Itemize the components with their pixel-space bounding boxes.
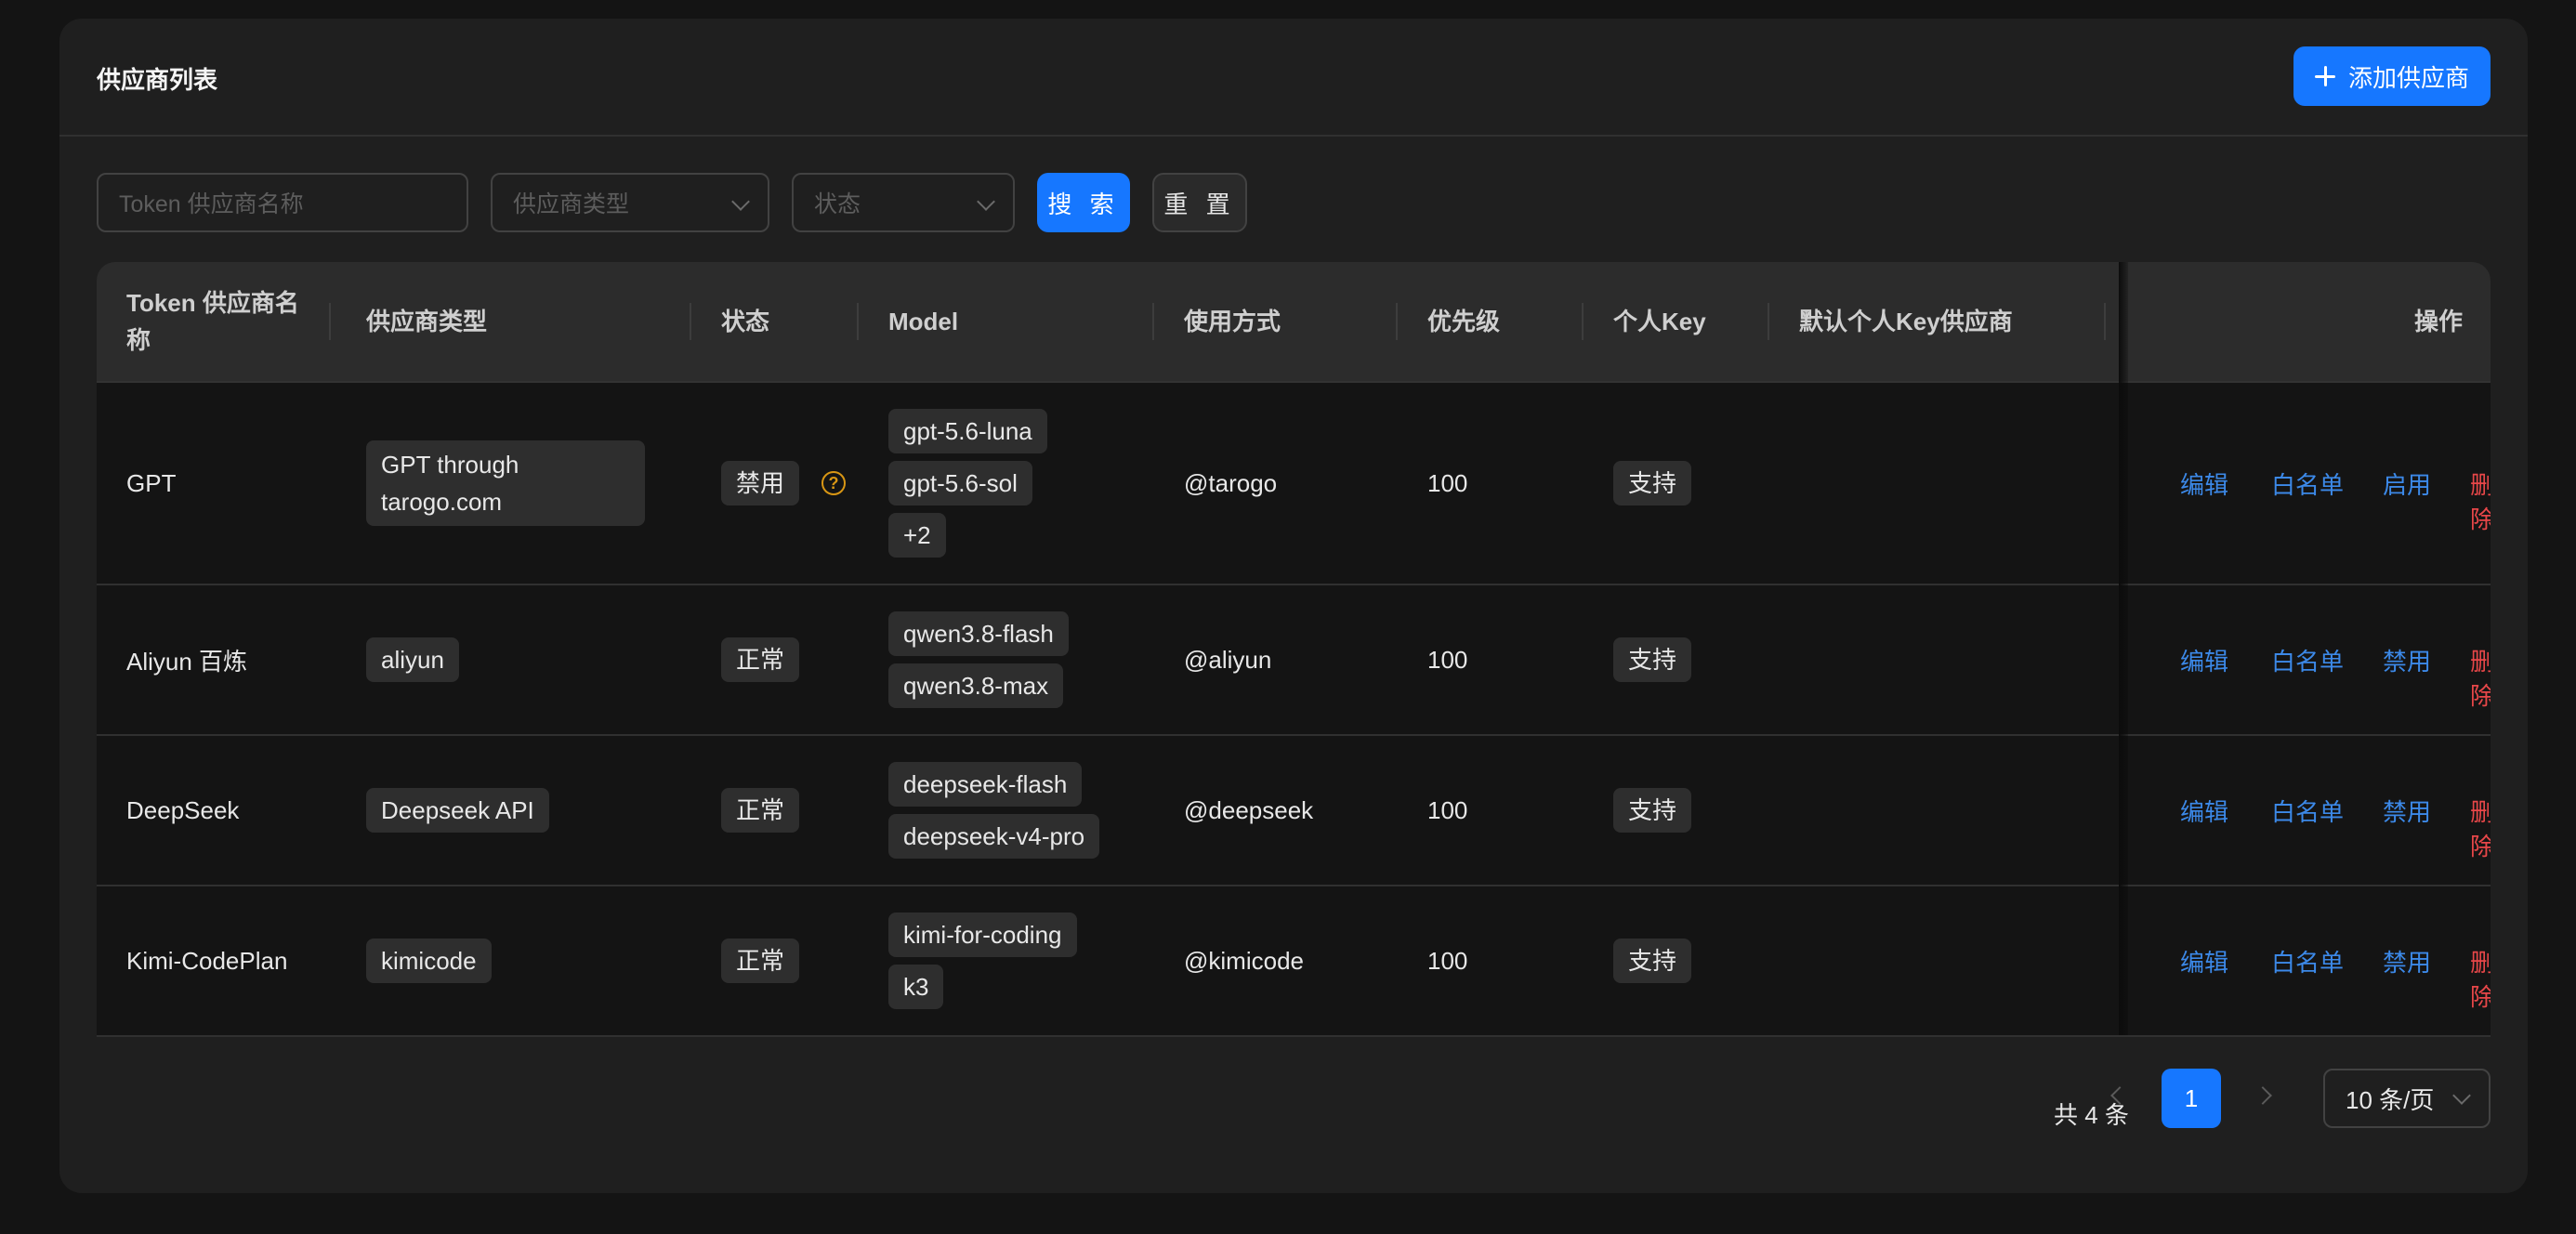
delete-link[interactable]: 删除 bbox=[2470, 944, 2491, 1013]
model-tags: qwen3.8-flash qwen3.8-max bbox=[888, 611, 1069, 708]
column-divider bbox=[1582, 303, 1584, 340]
delete-link[interactable]: 删除 bbox=[2470, 794, 2491, 862]
edit-link[interactable]: 编辑 bbox=[2180, 794, 2228, 828]
card-header: 供应商列表 添加供应商 bbox=[59, 19, 2528, 137]
edit-link[interactable]: 编辑 bbox=[2180, 643, 2228, 677]
provider-type-tag: GPT through tarogo.com bbox=[366, 440, 645, 526]
personal-key-tag: 支持 bbox=[1613, 939, 1692, 983]
usage-text: @tarogo bbox=[1184, 468, 1278, 497]
page: 供应商列表 添加供应商 Token 供应商名称 供应商类型 状态 搜 索 重 置… bbox=[0, 0, 2576, 1234]
model-tag: kimi-for-coding bbox=[888, 912, 1077, 957]
page-size-select[interactable]: 10 条/页 bbox=[2323, 1069, 2491, 1128]
add-provider-label: 添加供应商 bbox=[2347, 63, 2469, 92]
personal-key-tag: 支持 bbox=[1613, 637, 1692, 682]
delete-link[interactable]: 删除 bbox=[2470, 466, 2491, 535]
column-divider bbox=[329, 303, 331, 340]
column-header-actions: 操作 bbox=[2414, 308, 2464, 335]
status-select[interactable]: 状态 bbox=[792, 173, 1015, 232]
column-header-model: Model bbox=[888, 308, 959, 335]
priority-value: 100 bbox=[1427, 645, 1468, 674]
provider-type-tag: kimicode bbox=[366, 939, 492, 983]
column-header-type: 供应商类型 bbox=[366, 308, 488, 335]
column-header-usage: 使用方式 bbox=[1184, 308, 1281, 335]
reset-button[interactable]: 重 置 bbox=[1152, 173, 1247, 232]
disable-link[interactable]: 禁用 bbox=[2383, 794, 2431, 828]
fixed-column-shadow bbox=[2119, 262, 2128, 1035]
model-tag: qwen3.8-flash bbox=[888, 611, 1069, 656]
provider-type-placeholder: 供应商类型 bbox=[513, 191, 630, 217]
chevron-down-icon bbox=[731, 192, 750, 211]
column-divider bbox=[690, 303, 691, 340]
whitelist-link[interactable]: 白名单 bbox=[2271, 643, 2344, 677]
column-divider bbox=[857, 303, 859, 340]
priority-value: 100 bbox=[1427, 795, 1468, 824]
usage-text: @kimicode bbox=[1184, 946, 1304, 975]
edit-link[interactable]: 编辑 bbox=[2180, 466, 2228, 501]
whitelist-link[interactable]: 白名单 bbox=[2271, 466, 2344, 501]
table-row: Kimi-CodePlan kimicode 正常 kimi-for-codin… bbox=[97, 886, 2491, 1037]
model-tag: k3 bbox=[888, 965, 944, 1009]
status-placeholder: 状态 bbox=[814, 191, 861, 217]
table-header: Token 供应商名 称 供应商类型 状态 Model 使用方式 优先级 个人K… bbox=[97, 262, 2491, 383]
status-tag: 正常 bbox=[721, 939, 800, 983]
column-divider bbox=[1152, 303, 1154, 340]
model-more-tag[interactable]: +2 bbox=[888, 513, 946, 558]
plus-icon bbox=[2314, 66, 2335, 86]
whitelist-link[interactable]: 白名单 bbox=[2271, 794, 2344, 828]
status-tag: 正常 bbox=[721, 788, 800, 833]
column-divider bbox=[2104, 303, 2106, 340]
whitelist-link[interactable]: 白名单 bbox=[2271, 944, 2344, 978]
provider-table: Token 供应商名 称 供应商类型 状态 Model 使用方式 优先级 个人K… bbox=[97, 262, 2491, 1057]
column-header-priority: 优先级 bbox=[1427, 308, 1501, 335]
provider-name-input[interactable]: Token 供应商名称 bbox=[97, 173, 468, 232]
priority-value: 100 bbox=[1427, 946, 1468, 975]
page-size-label: 10 条/页 bbox=[2346, 1085, 2435, 1114]
search-button[interactable]: 搜 索 bbox=[1037, 173, 1130, 232]
provider-type-select[interactable]: 供应商类型 bbox=[491, 173, 769, 232]
provider-list-card: 供应商列表 添加供应商 Token 供应商名称 供应商类型 状态 搜 索 重 置… bbox=[59, 19, 2528, 1193]
question-circle-icon[interactable]: ? bbox=[821, 471, 847, 495]
model-tags: deepseek-flash deepseek-v4-pro bbox=[888, 762, 1100, 859]
personal-key-tag: 支持 bbox=[1613, 788, 1692, 833]
column-header-status: 状态 bbox=[721, 308, 770, 335]
delete-link[interactable]: 删除 bbox=[2470, 643, 2491, 712]
table-row: DeepSeek Deepseek API 正常 deepseek-flash … bbox=[97, 736, 2491, 886]
provider-type-tag: aliyun bbox=[366, 637, 459, 682]
model-tag: gpt-5.6-sol bbox=[888, 461, 1032, 505]
provider-name: Aliyun 百炼 bbox=[126, 647, 248, 676]
column-divider bbox=[1396, 303, 1398, 340]
personal-key-tag: 支持 bbox=[1613, 461, 1692, 505]
provider-type-tag: Deepseek API bbox=[366, 788, 549, 833]
column-header-name: Token 供应商名 称 bbox=[126, 289, 299, 354]
provider-name-placeholder: Token 供应商名称 bbox=[119, 191, 304, 217]
column-header-default-key-provider: 默认个人Key供应商 bbox=[1799, 308, 2013, 335]
table-row: GPT GPT through tarogo.com 禁用 ? gpt-5.6-… bbox=[97, 383, 2491, 585]
status-tag: 正常 bbox=[721, 637, 800, 682]
chevron-down-icon bbox=[2452, 1086, 2471, 1105]
column-divider bbox=[1768, 303, 1769, 340]
pagination-page-1[interactable]: 1 bbox=[2162, 1069, 2221, 1128]
priority-value: 100 bbox=[1427, 468, 1468, 497]
provider-name: GPT bbox=[126, 468, 177, 497]
edit-link[interactable]: 编辑 bbox=[2180, 944, 2228, 978]
usage-text: @aliyun bbox=[1184, 645, 1272, 674]
add-provider-button[interactable]: 添加供应商 bbox=[2293, 46, 2491, 106]
chevron-down-icon bbox=[977, 192, 995, 211]
model-tag: deepseek-v4-pro bbox=[888, 814, 1100, 859]
provider-name: Kimi-CodePlan bbox=[126, 946, 288, 975]
table-row: Aliyun 百炼 aliyun 正常 qwen3.8-flash qwen3.… bbox=[97, 585, 2491, 736]
model-tag: gpt-5.6-luna bbox=[888, 409, 1047, 453]
model-tags: kimi-for-coding k3 bbox=[888, 912, 1077, 1009]
model-tag: deepseek-flash bbox=[888, 762, 1083, 807]
page-title: 供应商列表 bbox=[97, 66, 218, 94]
model-tag: qwen3.8-max bbox=[888, 663, 1064, 708]
model-tags: gpt-5.6-luna gpt-5.6-sol +2 bbox=[888, 409, 1047, 558]
provider-name: DeepSeek bbox=[126, 795, 240, 824]
column-header-personal-key: 个人Key bbox=[1613, 308, 1706, 335]
status-tag: 禁用 bbox=[721, 461, 800, 505]
disable-link[interactable]: 禁用 bbox=[2383, 944, 2431, 978]
usage-text: @deepseek bbox=[1184, 795, 1314, 824]
disable-link[interactable]: 禁用 bbox=[2383, 643, 2431, 677]
enable-link[interactable]: 启用 bbox=[2383, 466, 2431, 501]
